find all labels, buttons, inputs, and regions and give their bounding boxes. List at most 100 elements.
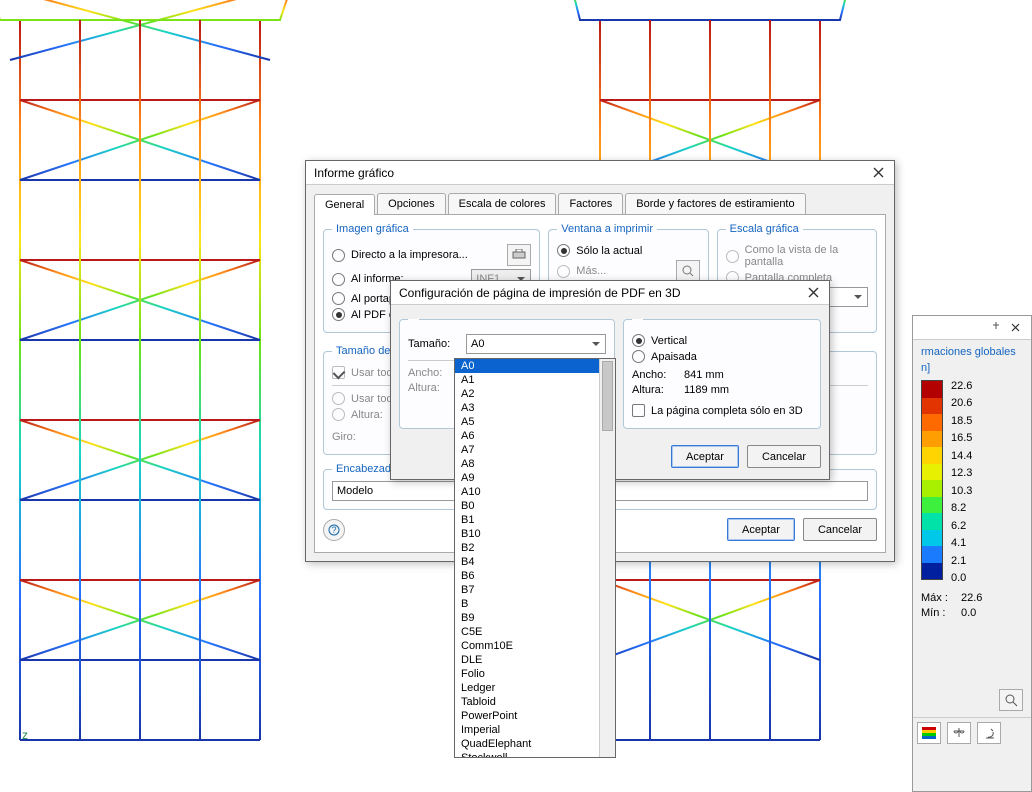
radio-usar-toda bbox=[332, 392, 345, 405]
label-directo: Directo a la impresora... bbox=[351, 249, 501, 261]
combo-option[interactable]: PowerPoint bbox=[455, 709, 615, 723]
svg-text:?: ? bbox=[331, 525, 336, 535]
legend-tick: 12.3 bbox=[951, 467, 972, 479]
radio-como-vista bbox=[726, 250, 739, 263]
tab-general[interactable]: General bbox=[314, 194, 375, 215]
combo-option[interactable]: A8 bbox=[455, 457, 615, 471]
combo-option[interactable]: C5E bbox=[455, 625, 615, 639]
legend-tick: 2.1 bbox=[951, 555, 972, 567]
pdf-aceptar-button[interactable]: Aceptar bbox=[671, 445, 739, 468]
radio-altura bbox=[332, 408, 345, 421]
combo-option[interactable]: B7 bbox=[455, 583, 615, 597]
combo-option[interactable]: A0 bbox=[455, 359, 615, 373]
combo-option[interactable]: A3 bbox=[455, 401, 615, 415]
radio-al-pdf[interactable] bbox=[332, 308, 345, 321]
combo-option[interactable]: A2 bbox=[455, 387, 615, 401]
combo-option[interactable]: B10 bbox=[455, 527, 615, 541]
combo-option[interactable]: Imperial bbox=[455, 723, 615, 737]
label-solo: Sólo la actual bbox=[576, 245, 642, 257]
check-pagina-completa-3d[interactable] bbox=[632, 404, 645, 417]
tab-escala-colores[interactable]: Escala de colores bbox=[448, 193, 557, 214]
radio-mas bbox=[557, 265, 570, 278]
scrollbar-thumb[interactable] bbox=[602, 361, 613, 431]
combo-option[interactable]: B9 bbox=[455, 611, 615, 625]
printer-icon[interactable] bbox=[507, 244, 531, 266]
combo-option[interactable]: A6 bbox=[455, 429, 615, 443]
combo-option[interactable]: Folio bbox=[455, 667, 615, 681]
legend-palette-icon[interactable] bbox=[917, 722, 941, 744]
check-usar-toda bbox=[332, 366, 345, 379]
pdf-cancelar-button[interactable]: Cancelar bbox=[747, 445, 821, 468]
combo-option[interactable]: A10 bbox=[455, 485, 615, 499]
label-vertical: Vertical bbox=[651, 335, 687, 347]
pdf-dialog-title: Configuración de página de impresión de … bbox=[399, 281, 681, 305]
label-mas: Más... bbox=[576, 265, 669, 277]
combo-option[interactable]: B4 bbox=[455, 555, 615, 569]
max-value: 22.6 bbox=[961, 592, 982, 604]
radio-al-portapapeles[interactable] bbox=[332, 292, 345, 305]
group-ventana-legend: Ventana a imprimir bbox=[557, 223, 657, 235]
combo-option[interactable]: A5 bbox=[455, 415, 615, 429]
group-imagen-legend: Imagen gráfica bbox=[332, 223, 413, 235]
color-gradient bbox=[921, 380, 943, 580]
panel-pin-icon[interactable] bbox=[991, 316, 1001, 340]
combo-option[interactable]: B bbox=[455, 597, 615, 611]
label-pdf: Al PDF e bbox=[351, 309, 395, 321]
legend-values: 22.620.618.516.514.412.310.38.26.24.12.1… bbox=[951, 380, 972, 584]
tabs: General Opciones Escala de colores Facto… bbox=[314, 193, 886, 215]
label-portap: Al portap bbox=[351, 293, 395, 305]
label-altura-pdf: Altura: bbox=[408, 382, 460, 394]
close-icon[interactable] bbox=[1007, 320, 1023, 336]
close-icon[interactable] bbox=[805, 285, 821, 301]
scrollbar[interactable] bbox=[599, 359, 615, 757]
combo-option[interactable]: B6 bbox=[455, 569, 615, 583]
axis-z-label: z bbox=[22, 728, 28, 742]
combo-option[interactable]: Comm10E bbox=[455, 639, 615, 653]
ancho-value: 841 mm bbox=[684, 369, 724, 381]
combo-option[interactable]: QuadElephant bbox=[455, 737, 615, 751]
zoom-detail-icon[interactable] bbox=[999, 689, 1023, 711]
altura-value: 1189 mm bbox=[684, 384, 729, 396]
combo-option[interactable]: Ledger bbox=[455, 681, 615, 695]
legend-title: rmaciones globales bbox=[921, 346, 1023, 358]
legend-tick: 8.2 bbox=[951, 502, 972, 514]
tab-factores[interactable]: Factores bbox=[558, 193, 623, 214]
legend-tick: 16.5 bbox=[951, 432, 972, 444]
legend-tick: 0.0 bbox=[951, 572, 972, 584]
combo-option[interactable]: A1 bbox=[455, 373, 615, 387]
combo-option[interactable]: A7 bbox=[455, 443, 615, 457]
legend-tick: 10.3 bbox=[951, 485, 972, 497]
combo-option[interactable]: Stockwell bbox=[455, 751, 615, 758]
legend-tick: 4.1 bbox=[951, 537, 972, 549]
legend-tick: 18.5 bbox=[951, 415, 972, 427]
microscope-icon[interactable] bbox=[977, 722, 1001, 744]
help-icon[interactable]: ? bbox=[323, 519, 345, 541]
radio-apaisada[interactable] bbox=[632, 350, 645, 363]
radio-vertical[interactable] bbox=[632, 334, 645, 347]
tamano-combo-list[interactable]: A0A1A2A3A5A6A7A8A9A10B0B1B10B2B4B6B7BB9C… bbox=[454, 358, 616, 758]
legend-tick: 14.4 bbox=[951, 450, 972, 462]
radio-al-informe[interactable] bbox=[332, 273, 345, 286]
combo-option[interactable]: A9 bbox=[455, 471, 615, 485]
radio-directo-impresora[interactable] bbox=[332, 249, 345, 262]
combo-option[interactable]: DLE bbox=[455, 653, 615, 667]
label-usar-toda-radio: Usar tod bbox=[351, 393, 393, 405]
tab-opciones[interactable]: Opciones bbox=[377, 193, 445, 214]
tamano-dropdown[interactable]: A0 bbox=[466, 334, 606, 354]
radio-solo-actual[interactable] bbox=[557, 244, 570, 257]
combo-option[interactable]: Tabloid bbox=[455, 695, 615, 709]
tab-borde[interactable]: Borde y factores de estiramiento bbox=[625, 193, 805, 214]
balance-icon[interactable] bbox=[947, 722, 971, 744]
aceptar-button[interactable]: Aceptar bbox=[727, 518, 795, 541]
label-ancho-val: Ancho: bbox=[632, 369, 678, 381]
close-icon[interactable] bbox=[870, 165, 886, 181]
label-tamano: Tamaño: bbox=[408, 338, 460, 350]
combo-option[interactable]: B2 bbox=[455, 541, 615, 555]
combo-option[interactable]: B0 bbox=[455, 499, 615, 513]
label-ancho: Ancho: bbox=[408, 367, 460, 379]
label-apaisada: Apaisada bbox=[651, 351, 697, 363]
browse-icon[interactable] bbox=[676, 260, 700, 282]
cancelar-button[interactable]: Cancelar bbox=[803, 518, 877, 541]
legend-unit: n] bbox=[921, 362, 1023, 374]
combo-option[interactable]: B1 bbox=[455, 513, 615, 527]
